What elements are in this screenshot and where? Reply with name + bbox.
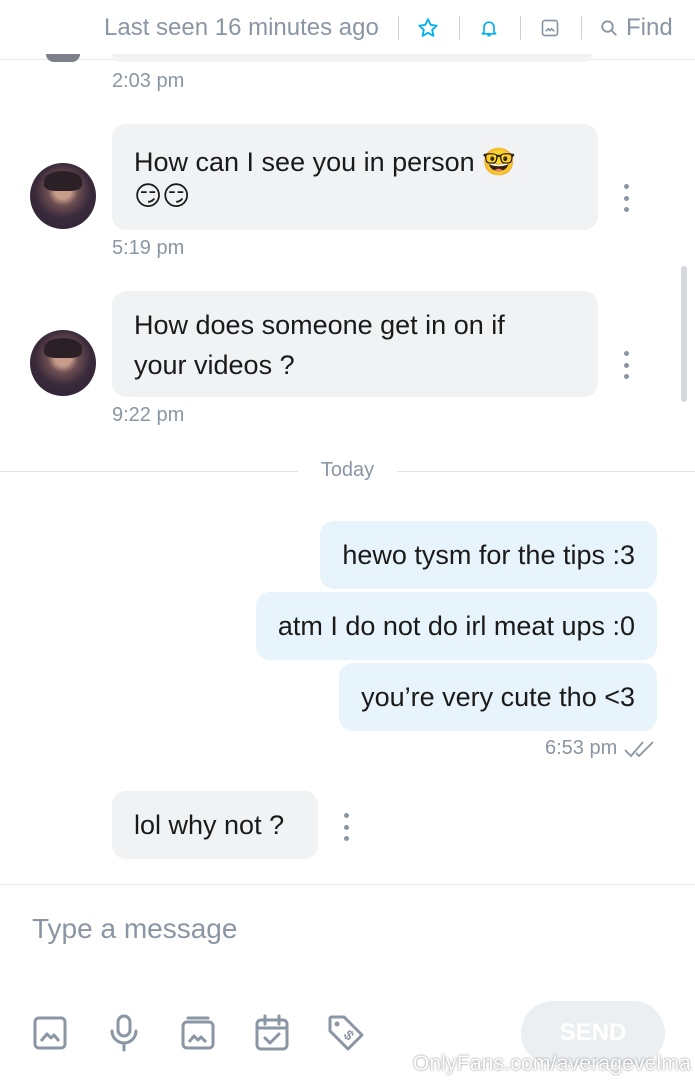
message-time: 9:22 pm [112, 404, 185, 426]
find-button[interactable]: Find [600, 14, 673, 42]
outgoing-message: you’re very cute tho <3 [339, 663, 657, 731]
calendar-icon[interactable] [252, 1013, 292, 1053]
header-divider [581, 16, 582, 40]
message-text: your videos ? [134, 350, 295, 380]
avatar[interactable] [30, 330, 96, 396]
date-divider: Today [320, 459, 375, 481]
outgoing-message: hewo tysm for the tips :3 [320, 521, 657, 589]
more-options-icon[interactable] [616, 351, 636, 379]
star-icon[interactable] [416, 16, 440, 40]
outgoing-message: atm I do not do irl meat ups :0 [255, 592, 657, 660]
scrollbar[interactable] [681, 266, 687, 402]
read-receipt-icon [624, 741, 654, 758]
incoming-message: How does someone get in on if your video… [112, 291, 598, 397]
message-text: How does someone get in on if [134, 310, 505, 340]
message-composer: $ SEND [0, 884, 695, 1080]
find-label: Find [626, 14, 673, 41]
gallery-icon[interactable] [178, 1013, 218, 1053]
header-divider [459, 16, 460, 40]
message-text: 😏😏 [134, 181, 191, 211]
more-options-icon[interactable] [336, 813, 356, 841]
bell-icon[interactable] [477, 16, 501, 40]
incoming-message: How can I see you in person 🤓 😏😏 [112, 124, 598, 230]
previous-message-bubble [112, 54, 592, 62]
more-options-icon[interactable] [616, 184, 636, 212]
message-time: 6:53 pm [545, 737, 618, 759]
message-time: 2:03 pm [112, 70, 185, 92]
image-icon[interactable] [30, 1013, 70, 1053]
microphone-icon[interactable] [104, 1013, 144, 1053]
price-tag-icon[interactable]: $ [326, 1013, 366, 1053]
message-input[interactable] [32, 913, 502, 945]
media-icon[interactable] [538, 16, 562, 40]
message-text: How can I see you in person 🤓 [134, 147, 516, 177]
avatar[interactable] [30, 163, 96, 229]
watermark: OnlyFans.com/averagevelma [412, 1052, 691, 1075]
search-icon [601, 20, 617, 36]
message-time: 5:19 pm [112, 237, 185, 259]
last-seen-status: Last seen 16 minutes ago [104, 14, 379, 41]
avatar [46, 54, 80, 62]
header-divider [398, 16, 399, 40]
incoming-message: lol why not ? [112, 791, 318, 859]
chat-header: Last seen 16 minutes ago Find [0, 0, 695, 60]
header-divider [520, 16, 521, 40]
message-text: lol why not ? [134, 810, 285, 840]
